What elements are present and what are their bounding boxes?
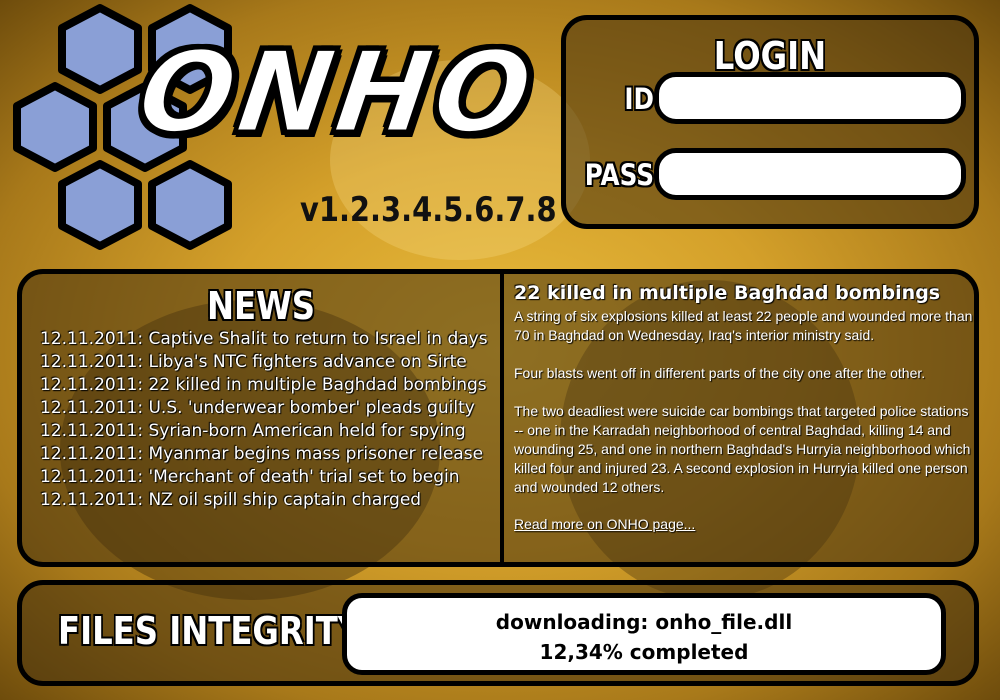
news-divider [500, 274, 504, 562]
news-title: NEWS [206, 284, 315, 328]
news-item[interactable]: 12.11.2011: Libya's NTC fighters advance… [40, 351, 488, 374]
id-input[interactable] [654, 72, 966, 124]
article: 22 killed in multiple Baghdad bombings A… [514, 282, 974, 534]
news-item[interactable]: 12.11.2011: 'Merchant of death' trial se… [40, 466, 488, 489]
article-title: 22 killed in multiple Baghdad bombings [514, 282, 941, 304]
logo-text: ONHO [129, 27, 544, 160]
article-paragraph: A string of six explosions killed at lea… [514, 308, 973, 343]
logo: ONHO v1.2.3.4.5.6.7.8 [10, 0, 557, 260]
article-paragraph: Four blasts went off in different parts … [514, 365, 926, 381]
files-integrity-panel: FILES INTEGRITY downloading: onho_file.d… [17, 580, 979, 686]
pass-label: PASS [584, 158, 654, 192]
news-list: 12.11.2011: Captive Shalit to return to … [40, 328, 488, 512]
pass-input[interactable] [654, 148, 966, 200]
news-panel: NEWS 12.11.2011: Captive Shalit to retur… [17, 269, 979, 567]
news-item[interactable]: 12.11.2011: 22 killed in multiple Baghda… [40, 374, 488, 397]
read-more-link[interactable]: Read more on ONHO page... [514, 516, 695, 532]
download-status-progress: 12,34% completed [539, 640, 749, 664]
login-panel: LOGIN ID PASS [561, 15, 979, 229]
files-integrity-title: FILES INTEGRITY [58, 609, 362, 653]
news-item[interactable]: 12.11.2011: Syrian-born American held fo… [40, 420, 488, 443]
version-label: v1.2.3.4.5.6.7.8 [300, 190, 557, 230]
download-status-box: downloading: onho_file.dll 12,34% comple… [342, 593, 946, 675]
news-item[interactable]: 12.11.2011: Captive Shalit to return to … [40, 328, 488, 351]
id-label: ID [624, 82, 654, 116]
news-item[interactable]: 12.11.2011: Myanmar begins mass prisoner… [40, 443, 488, 466]
download-status-file: downloading: onho_file.dll [495, 610, 793, 634]
news-item[interactable]: 12.11.2011: NZ oil spill ship captain ch… [40, 489, 488, 512]
article-paragraph: The two deadliest were suicide car bombi… [514, 403, 971, 495]
news-item[interactable]: 12.11.2011: U.S. 'underwear bomber' plea… [40, 397, 488, 420]
